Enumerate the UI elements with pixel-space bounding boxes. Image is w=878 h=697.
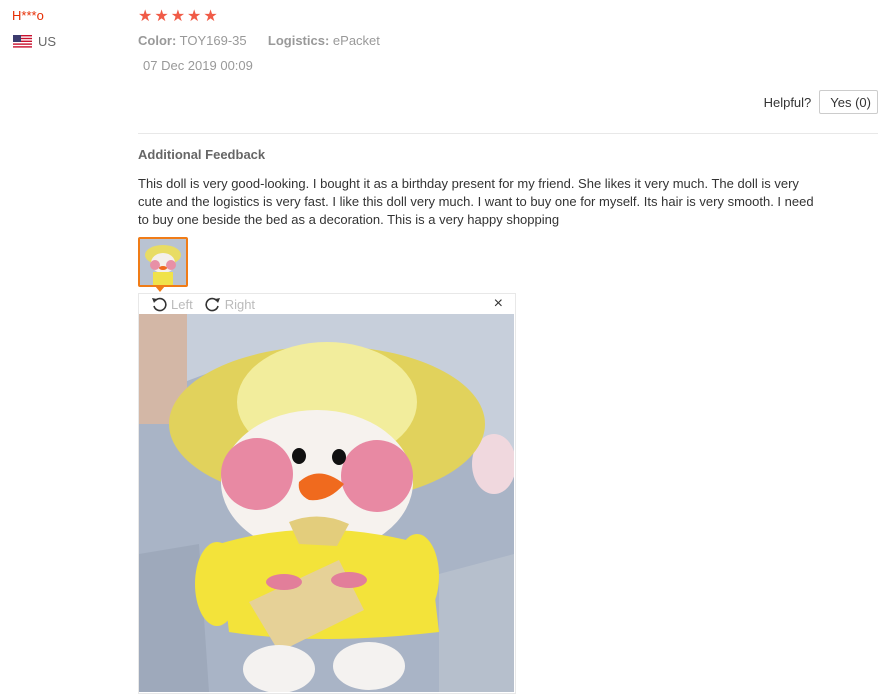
feedback-text: This doll is very good-looking. I bought… bbox=[138, 176, 814, 227]
logistics-value: ePacket bbox=[332, 33, 380, 48]
country-code: US bbox=[38, 34, 57, 49]
helpful-yes-button[interactable]: Yes (0) bbox=[819, 90, 878, 114]
thumbnail-image bbox=[140, 239, 186, 285]
rotate-left-button[interactable]: Left bbox=[151, 296, 193, 312]
reviewer-country: US bbox=[13, 34, 56, 49]
star-rating: ★ ★ ★ ★ ★ bbox=[138, 8, 218, 26]
helpful-section: Helpful? Yes (0) bbox=[764, 90, 878, 114]
star-icon: ★ bbox=[138, 8, 153, 25]
star-icon: ★ bbox=[154, 8, 169, 25]
review-photo-thumbnail[interactable] bbox=[138, 237, 188, 287]
divider bbox=[138, 133, 878, 134]
rotate-right-label: Right bbox=[224, 296, 256, 312]
viewer-toolbar: Left Right × bbox=[139, 294, 515, 314]
color-label: Color: bbox=[138, 33, 177, 48]
logistics-label: Logistics: bbox=[267, 33, 330, 48]
review-photo bbox=[139, 314, 514, 692]
rotate-right-button[interactable]: Right bbox=[205, 296, 255, 312]
star-icon: ★ bbox=[187, 8, 202, 25]
reviewer-name: H***o bbox=[12, 8, 44, 23]
rotate-left-label: Left bbox=[171, 296, 193, 312]
rotate-right-icon bbox=[205, 297, 220, 312]
review-date: 07 Dec 2019 00:09 bbox=[143, 58, 253, 73]
helpful-label: Helpful? bbox=[763, 94, 812, 110]
star-icon: ★ bbox=[203, 8, 218, 25]
thumbnail-pointer bbox=[155, 286, 165, 292]
rotate-left-icon bbox=[152, 297, 167, 312]
star-icon: ★ bbox=[170, 8, 186, 25]
order-meta: Color: TOY169-35 Logistics: ePacket bbox=[138, 33, 380, 48]
us-flag-icon bbox=[13, 35, 32, 48]
close-icon[interactable]: × bbox=[494, 295, 503, 313]
color-value: TOY169-35 bbox=[179, 33, 247, 48]
additional-feedback-title: Additional Feedback bbox=[138, 147, 266, 162]
photo-viewer: Left Right × bbox=[138, 293, 516, 694]
